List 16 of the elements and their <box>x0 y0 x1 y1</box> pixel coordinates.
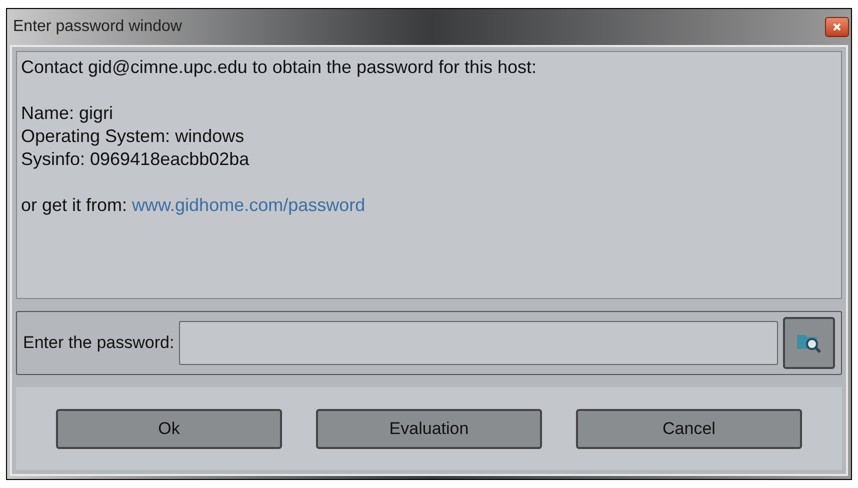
close-icon <box>832 22 842 32</box>
close-button[interactable] <box>825 17 849 37</box>
dialog-button[interactable]: Cancel <box>576 408 802 448</box>
folder-search-icon <box>796 332 822 354</box>
browse-button[interactable] <box>783 317 835 369</box>
window-title: Enter password window <box>13 17 182 37</box>
info-line: Sysinfo: 0969418eacbb02ba <box>21 148 250 171</box>
dialog-button[interactable]: Evaluation <box>316 408 542 448</box>
password-field[interactable] <box>179 321 778 365</box>
dialog-button[interactable]: Ok <box>56 408 282 448</box>
info-line: Operating System: windows <box>21 125 244 148</box>
info-message: Contact gid@cimne.upc.edu to obtain the password for this host: <box>21 56 537 79</box>
info-line: Name: gigri <box>21 102 114 125</box>
password-label: Enter the password: <box>23 332 174 354</box>
link-prefix: or get it from: <box>21 194 128 217</box>
password-link[interactable]: www.gidhome.com/password <box>132 194 366 217</box>
